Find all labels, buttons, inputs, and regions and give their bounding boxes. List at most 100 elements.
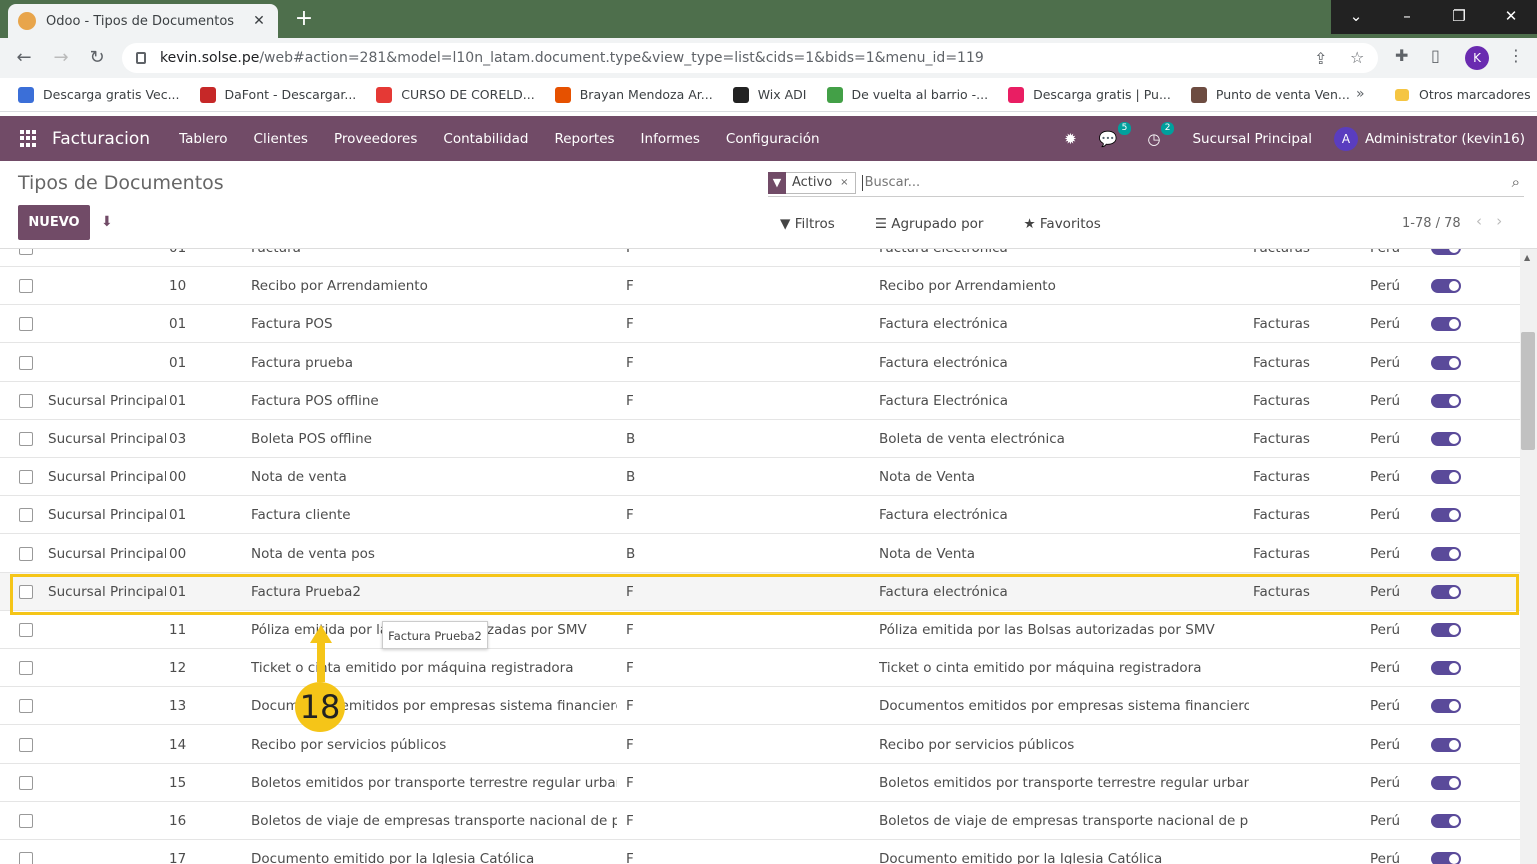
reload-icon[interactable]: ↻ [85,46,109,70]
table-row[interactable]: 16 Boletos de viaje de empresas transport… [0,802,1520,840]
table-row[interactable]: 15 Boletos emitidos por transporte terres… [0,764,1520,802]
pager-nav[interactable]: ‹ › [1476,212,1502,230]
menu-proveedores[interactable]: Proveedores [334,131,417,147]
row-checkbox[interactable] [19,432,33,446]
row-checkbox[interactable] [19,508,33,523]
active-toggle[interactable] [1431,470,1461,485]
search-input[interactable] [861,174,1462,191]
chat-icon[interactable]: 💬 5 [1099,121,1132,148]
menu-clientes[interactable]: Clientes [254,131,308,147]
row-checkbox[interactable] [19,249,33,255]
active-toggle[interactable] [1431,355,1461,370]
download-icon[interactable]: ⬇ [101,214,113,230]
table-row[interactable]: Sucursal Principal 03 Boleta POS offline B B… [0,420,1520,458]
close-window-icon[interactable]: ✕ [1486,0,1536,34]
bookmark-item[interactable]: Wix ADI [732,86,807,103]
row-checkbox[interactable] [19,470,33,485]
menu-tablero[interactable]: Tablero [179,131,227,147]
back-icon[interactable]: ← [12,46,36,70]
table-row[interactable]: 01 Factura prueba F Factura electrónica Fact… [0,344,1520,382]
menu-configuracion[interactable]: Configuración [726,131,820,147]
table-row[interactable]: 01 Factura POS F Factura electrónica Factura… [0,305,1520,344]
table-row[interactable]: 01 Factura F Factura electrónicaFacturas Per… [0,249,1520,267]
active-toggle[interactable] [1431,852,1461,864]
other-bookmarks[interactable]: Otros marcadores [1395,87,1531,102]
side-panel-icon[interactable]: ▯ [1431,46,1440,65]
share-icon[interactable]: ⇪ [1314,49,1327,68]
active-toggle[interactable] [1431,661,1461,676]
row-checkbox[interactable] [19,737,33,752]
tab-close-icon[interactable]: ✕ [250,13,268,29]
filters-dropdown[interactable]: ▼ Filtros [780,216,855,232]
active-toggle[interactable] [1431,623,1461,637]
active-toggle[interactable] [1431,393,1461,408]
table-row[interactable]: 13 Documentos emitidos por empresas siste… [0,687,1520,726]
facet-remove-icon[interactable]: × [840,177,848,188]
table-row[interactable]: 12 Ticket o cinta emitido por máquina reg… [0,649,1520,688]
menu-contabilidad[interactable]: Contabilidad [443,131,528,147]
row-checkbox[interactable] [19,393,33,408]
user-menu[interactable]: Administrator (kevin16) [1365,131,1525,147]
browser-menu-icon[interactable]: ⋮ [1508,46,1524,65]
favorites-dropdown[interactable]: ★ Favoritos [1023,216,1120,232]
active-toggle[interactable] [1431,546,1461,561]
active-toggle[interactable] [1431,814,1461,828]
table-row[interactable]: Sucursal Principal 00 Nota de venta B Nota d… [0,458,1520,497]
scroll-thumb[interactable] [1521,332,1535,450]
url-bar[interactable]: kevin.solse.pe/web#action=281&model=l10n… [122,43,1378,73]
menu-reportes[interactable]: Reportes [554,131,614,147]
profile-avatar[interactable]: K [1465,46,1489,70]
row-checkbox[interactable] [19,814,33,828]
row-checkbox[interactable] [19,355,33,370]
row-checkbox[interactable] [19,279,33,294]
row-checkbox[interactable] [19,661,33,676]
forward-icon[interactable]: → [49,46,73,70]
active-toggle[interactable] [1431,775,1461,790]
bookmark-item[interactable]: Punto de venta Ven... [1190,86,1350,103]
table-row[interactable]: 11 Póliza emitida por las Bolsas autoriza… [0,611,1520,649]
new-button[interactable]: NUEVO [18,205,90,240]
scroll-up-icon[interactable]: ▲ [1524,253,1530,262]
bookmark-item[interactable]: Descarga gratis Vec... [18,86,180,103]
row-checkbox[interactable] [19,546,33,561]
active-toggle[interactable] [1431,279,1461,294]
search-icon[interactable]: ⌕ [1512,173,1520,191]
app-brand[interactable]: Facturacion [52,129,150,149]
table-row[interactable]: Sucursal Principal 01 Factura POS offline F… [0,382,1520,420]
group-by-dropdown[interactable]: ☰ Agrupado por [875,216,1004,232]
apps-menu-icon[interactable] [20,129,38,148]
row-checkbox[interactable] [19,623,33,637]
restore-icon[interactable]: ❐ [1434,0,1484,34]
tab-search-icon[interactable]: ⌄ [1331,0,1381,34]
bookmark-item[interactable]: Descarga gratis | Pu... [1008,86,1171,103]
table-row[interactable]: 14 Recibo por servicios públicos F Recibo p… [0,726,1520,764]
active-toggle[interactable] [1431,249,1461,255]
new-tab-button[interactable]: + [288,4,320,34]
row-checkbox[interactable] [19,317,33,332]
active-toggle[interactable] [1431,317,1461,332]
extensions-icon[interactable]: ✚ [1395,46,1408,65]
bookmark-star-icon[interactable]: ☆ [1350,48,1364,67]
bookmark-item[interactable]: De vuelta al barrio -... [826,86,988,103]
bookmark-item[interactable]: Brayan Mendoza Ar... [554,86,713,103]
bookmarks-more-icon[interactable]: » [1356,86,1365,102]
bookmark-item[interactable]: CURSO DE CORELD... [376,86,535,103]
table-row[interactable]: 17 Documento emitido por la Iglesia Catól… [0,840,1520,864]
minimize-icon[interactable]: – [1382,0,1432,34]
row-checkbox[interactable] [19,852,33,864]
table-row[interactable]: 10 Recibo por Arrendamiento F Recibo por Ar… [0,267,1520,306]
row-checkbox[interactable] [19,775,33,790]
table-row[interactable]: Sucursal Principal 01 Factura cliente F Fact… [0,496,1520,535]
bookmark-item[interactable]: DaFont - Descargar... [199,86,356,103]
active-toggle[interactable] [1431,699,1461,714]
table-row[interactable]: Sucursal Principal 00 Nota de venta pos B No… [0,535,1520,573]
company-switcher[interactable]: Sucursal Principal [1192,131,1312,147]
pager-value[interactable]: 1-78 / 78 [1402,216,1461,231]
active-toggle[interactable] [1431,508,1461,523]
browser-tab[interactable]: Odoo - Tipos de Documentos ✕ [8,4,278,38]
activity-clock-icon[interactable]: ◷ 2 [1147,121,1175,148]
active-toggle[interactable] [1431,737,1461,752]
active-toggle[interactable] [1431,432,1461,446]
bug-icon[interactable]: ✹ [1064,130,1077,148]
menu-informes[interactable]: Informes [641,131,700,147]
